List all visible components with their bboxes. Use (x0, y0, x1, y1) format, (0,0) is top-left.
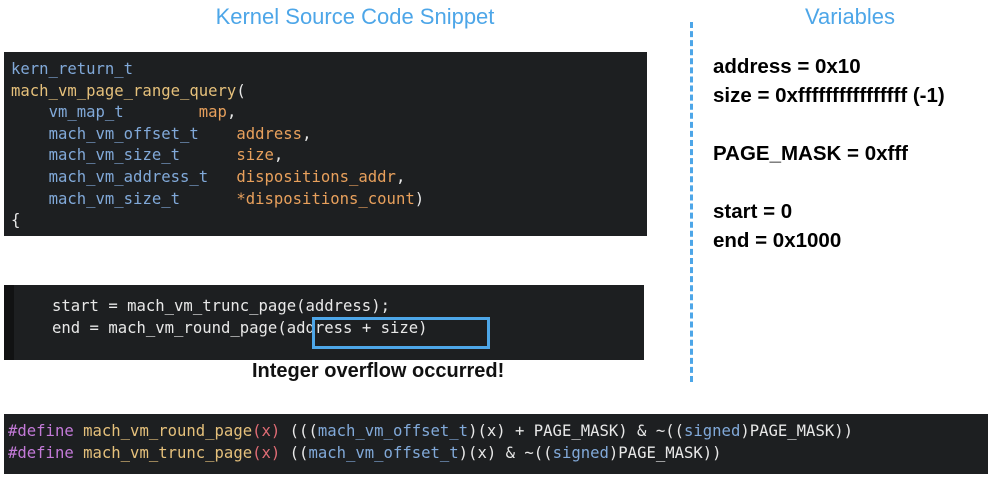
dashed-divider (690, 22, 693, 382)
variable-size: size = 0xffffffffffffffff (-1) (713, 84, 945, 107)
param-type: mach_vm_size_t (48, 146, 180, 165)
define-keyword: #define (8, 443, 74, 462)
param-type: mach_vm_address_t (48, 167, 209, 186)
macro-body: (( (289, 443, 309, 462)
macro-param: (x) (252, 443, 281, 462)
param-name: *dispositions_count (236, 189, 415, 208)
define-keyword: #define (8, 422, 74, 440)
signed-keyword: signed (684, 422, 741, 440)
param-name: size (236, 146, 274, 165)
overflow-caption: Integer overflow occurred! (252, 360, 505, 382)
variable-start: start = 0 (713, 200, 793, 223)
macro-type: mach_vm_offset_t (317, 422, 469, 440)
param-sep: , (395, 167, 406, 186)
param-type: mach_vm_size_t (48, 189, 180, 208)
param-type: vm_map_t (48, 103, 124, 122)
variable-page-mask: PAGE_MASK = 0xfff (713, 142, 908, 165)
param-name: dispositions_addr (236, 167, 396, 186)
param-sep: , (302, 124, 312, 143)
macro-body: )(x) + PAGE_MASK) & ~(( (468, 422, 684, 440)
param-sep: ) (414, 189, 425, 208)
param-pad (180, 146, 236, 164)
macro-body: )PAGE_MASK)) (740, 422, 854, 440)
macro-name-round: mach_vm_round_page (83, 422, 253, 440)
macro-param: (x) (252, 422, 281, 440)
param-name: address (236, 124, 303, 143)
end-assignment-prefix: end = mach_vm_round_page (52, 318, 278, 337)
function-signature-code-block: kern_return_t mach_vm_page_range_query( … (4, 52, 647, 236)
param-pad (180, 190, 236, 208)
macro-body: )(x) & ~(( (458, 443, 553, 462)
overflow-highlight-box (312, 317, 490, 349)
open-paren: ( (236, 81, 246, 100)
macro-name-trunc: mach_vm_trunc_page (83, 443, 253, 462)
return-type: kern_return_t (11, 60, 134, 78)
param-pad (208, 168, 236, 186)
param-name: map (198, 103, 227, 122)
param-sep: , (273, 146, 284, 165)
param-sep: , (226, 103, 237, 122)
macro-body: )PAGE_MASK)) (608, 443, 722, 462)
param-pad (124, 103, 199, 121)
variable-address: address = 0x10 (713, 55, 861, 78)
macro-type: mach_vm_offset_t (308, 443, 459, 462)
macro-body: ((( (289, 422, 318, 440)
open-brace: { (11, 211, 21, 230)
macro-definitions-code-block: #define mach_vm_round_page(x) (((mach_vm… (4, 414, 988, 474)
signed-keyword: signed (552, 443, 609, 462)
function-name: mach_vm_page_range_query (11, 81, 237, 100)
variables-heading: Variables (804, 4, 896, 29)
param-type: mach_vm_offset_t (48, 124, 199, 143)
param-pad (199, 125, 237, 143)
start-assignment-line: start = mach_vm_trunc_page(address); (52, 297, 390, 315)
code-snippet-heading: Kernel Source Code Snippet (215, 4, 495, 29)
variable-end: end = 0x1000 (713, 229, 842, 252)
